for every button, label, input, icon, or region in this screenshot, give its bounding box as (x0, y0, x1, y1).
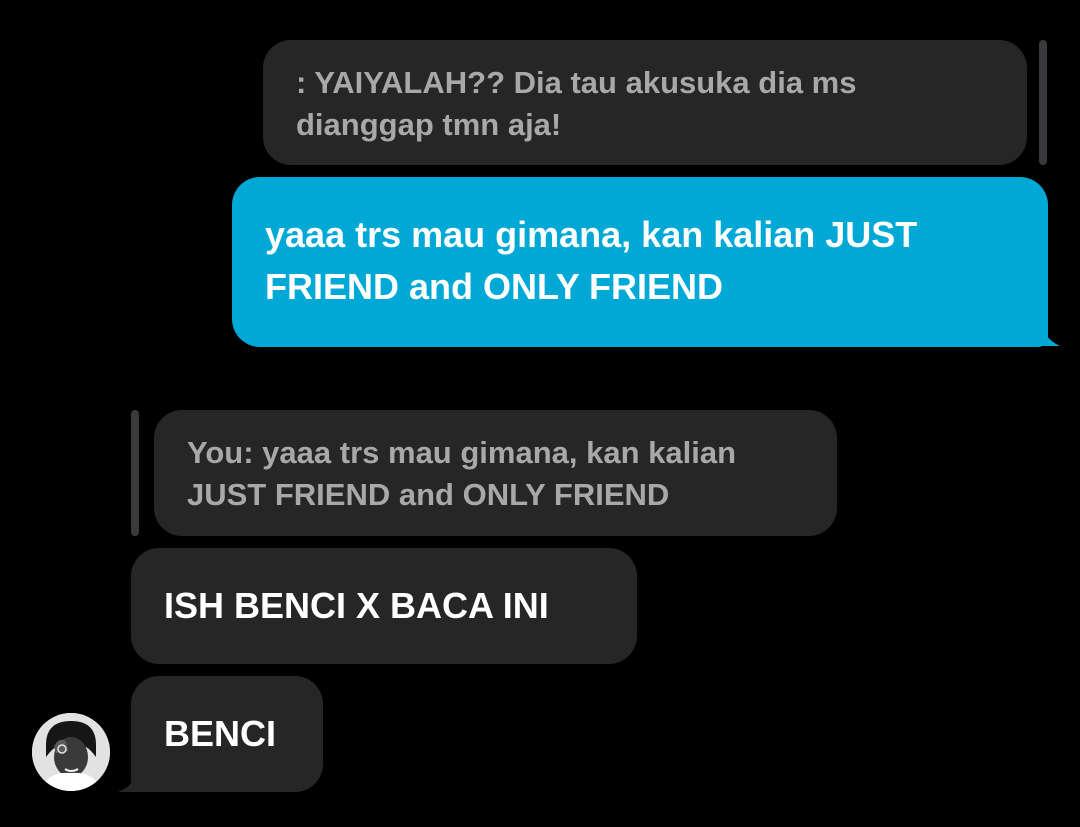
reply-preview-bubble[interactable]: You: yaaa trs mau gimana, kan kalian JUS… (154, 410, 837, 536)
reply-preview-bubble[interactable]: : YAIYALAH?? Dia tau akusuka dia ms dian… (263, 40, 1027, 165)
profile-photo-icon (32, 713, 110, 791)
avatar[interactable] (32, 713, 110, 791)
message-tail-icon (118, 760, 148, 792)
message-tail-icon (1032, 316, 1060, 346)
reply-indicator-bar (1039, 40, 1047, 165)
received-message-bubble[interactable]: ISH BENCI X BACA INI (131, 548, 637, 664)
received-message-bubble[interactable]: BENCI (131, 676, 323, 792)
sent-message-bubble[interactable]: yaaa trs mau gimana, kan kalian JUST FRI… (232, 177, 1048, 347)
reply-indicator-bar (131, 410, 139, 536)
